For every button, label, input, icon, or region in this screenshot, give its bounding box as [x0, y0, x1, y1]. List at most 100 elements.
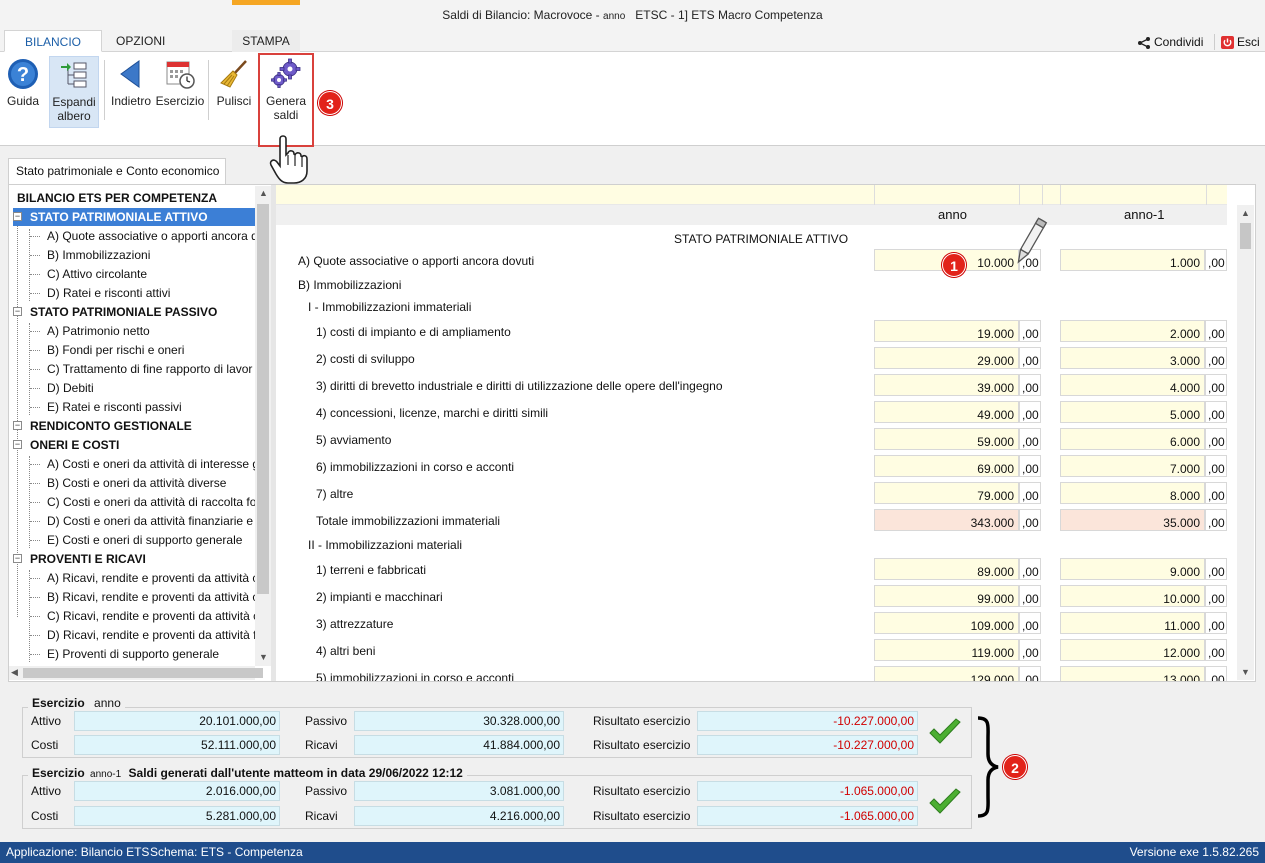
scroll-thumb[interactable] [1240, 223, 1251, 249]
decimal-cell[interactable]: ,00 [1205, 428, 1227, 450]
value-anno-cell[interactable]: 29.000 [874, 347, 1019, 369]
tree-item[interactable]: C) Trattamento di fine rapporto di lavor [29, 360, 252, 378]
tree-item[interactable]: ONERI E COSTI [13, 436, 119, 454]
tree-item[interactable]: C) Attivo circolante [29, 265, 147, 283]
tree-item[interactable]: D) Costi e oneri da attività finanziarie… [29, 512, 263, 530]
value-anno-1-cell[interactable]: 35.000 [1060, 509, 1205, 531]
tree-item[interactable]: A) Costi e oneri da attività di interess… [29, 455, 259, 473]
decimal-cell[interactable]: ,00 [1205, 558, 1227, 580]
scroll-down-icon[interactable]: ▼ [1241, 667, 1250, 677]
decimal-cell[interactable]: ,00 [1019, 639, 1041, 661]
decimal-cell[interactable]: ,00 [1205, 320, 1227, 342]
value-anno-1-cell[interactable]: 6.000 [1060, 428, 1205, 450]
tree-item[interactable]: E) Ratei e risconti passivi [29, 398, 182, 416]
grid-vertical-scrollbar[interactable]: ▲ ▼ [1237, 205, 1254, 680]
collapse-icon[interactable]: − [13, 212, 22, 221]
tree-item[interactable]: B) Ricavi, rendite e proventi da attivit… [29, 588, 258, 606]
value-anno-cell[interactable]: 19.000 [874, 320, 1019, 342]
value-anno-1-cell[interactable]: 9.000 [1060, 558, 1205, 580]
decimal-cell[interactable]: ,00 [1205, 639, 1227, 661]
collapse-icon[interactable]: − [13, 307, 22, 316]
value-anno-1-cell[interactable]: 7.000 [1060, 455, 1205, 477]
scroll-up-icon[interactable]: ▲ [1241, 208, 1250, 218]
collapse-icon[interactable]: − [13, 421, 22, 430]
value-anno-cell[interactable]: 39.000 [874, 374, 1019, 396]
value-anno-cell[interactable]: 109.000 [874, 612, 1019, 634]
decimal-cell[interactable]: ,00 [1205, 455, 1227, 477]
value-anno-cell[interactable]: 343.000 [874, 509, 1019, 531]
indietro-button[interactable]: Indietro [108, 58, 154, 108]
decimal-cell[interactable]: ,00 [1019, 585, 1041, 607]
decimal-cell[interactable]: ,00 [1019, 320, 1041, 342]
decimal-cell[interactable]: ,00 [1205, 347, 1227, 369]
decimal-cell[interactable]: ,00 [1019, 482, 1041, 504]
tree-item[interactable]: STATO PATRIMONIALE PASSIVO [13, 303, 217, 321]
decimal-cell[interactable]: ,00 [1205, 401, 1227, 423]
value-anno-1-cell[interactable]: 11.000 [1060, 612, 1205, 634]
value-anno-1-cell[interactable]: 2.000 [1060, 320, 1205, 342]
tree-item[interactable]: E) Costi e oneri di supporto generale [29, 531, 242, 549]
scroll-left-icon[interactable]: ◀ [11, 667, 18, 678]
value-anno-1-cell[interactable]: 10.000 [1060, 585, 1205, 607]
tree-item[interactable]: B) Fondi per rischi e oneri [29, 341, 184, 359]
espandi-albero-button[interactable]: Espandi albero [49, 56, 99, 128]
decimal-cell[interactable]: ,00 [1205, 509, 1227, 531]
exit-button[interactable]: Esci [1221, 33, 1260, 51]
scroll-up-icon[interactable]: ▲ [259, 188, 268, 198]
tree-item[interactable]: B) Immobilizzazioni [29, 246, 150, 264]
value-anno-cell[interactable]: 59.000 [874, 428, 1019, 450]
value-anno-1-cell[interactable]: 4.000 [1060, 374, 1205, 396]
decimal-cell[interactable]: ,00 [1019, 428, 1041, 450]
decimal-cell[interactable]: ,00 [1205, 482, 1227, 504]
collapse-icon[interactable]: − [13, 440, 22, 449]
tab-bilancio-ets[interactable]: BILANCIO ETS [4, 30, 102, 71]
scroll-thumb[interactable] [257, 204, 269, 594]
value-anno-1-cell[interactable]: 13.000 [1060, 666, 1205, 681]
decimal-cell[interactable]: ,00 [1205, 249, 1227, 271]
share-button[interactable]: Condividi [1137, 33, 1203, 51]
value-anno-cell[interactable]: 69.000 [874, 455, 1019, 477]
decimal-cell[interactable]: ,00 [1019, 374, 1041, 396]
tree-item[interactable]: PROVENTI E RICAVI [13, 550, 146, 568]
scroll-down-icon[interactable]: ▼ [259, 652, 268, 662]
value-anno-cell[interactable]: 99.000 [874, 585, 1019, 607]
tree-item[interactable]: A) Quote associative o apporti ancora d [29, 227, 258, 245]
decimal-cell[interactable]: ,00 [1205, 612, 1227, 634]
tree-item[interactable]: STATO PATRIMONIALE ATTIVO [13, 208, 259, 226]
tab-stampa[interactable]: STAMPA [232, 30, 300, 52]
guida-button[interactable]: ? Guida [4, 58, 42, 108]
tree-vertical-scrollbar[interactable]: ▲ ▼ [255, 186, 271, 666]
tree-item[interactable]: RENDICONTO GESTIONALE [13, 417, 192, 435]
tree-item[interactable]: A) Ricavi, rendite e proventi da attivit… [29, 569, 258, 587]
value-anno-cell[interactable]: 89.000 [874, 558, 1019, 580]
pulisci-button[interactable]: Pulisci [214, 58, 254, 108]
tab-opzioni[interactable]: OPZIONI [108, 30, 173, 52]
decimal-cell[interactable]: ,00 [1019, 455, 1041, 477]
decimal-cell[interactable]: ,00 [1019, 558, 1041, 580]
tree-horizontal-scrollbar[interactable]: ◀ [9, 666, 263, 680]
value-anno-1-cell[interactable]: 5.000 [1060, 401, 1205, 423]
decimal-cell[interactable]: ,00 [1205, 666, 1227, 681]
scroll-thumb[interactable] [23, 668, 263, 678]
value-anno-1-cell[interactable]: 12.000 [1060, 639, 1205, 661]
tree-item[interactable]: D) Ratei e risconti attivi [29, 284, 170, 302]
value-anno-cell[interactable]: 79.000 [874, 482, 1019, 504]
value-anno-cell[interactable]: 129.000 [874, 666, 1019, 681]
decimal-cell[interactable]: ,00 [1019, 666, 1041, 681]
tree-item[interactable]: D) Ricavi, rendite e proventi da attivit… [29, 626, 256, 644]
decimal-cell[interactable]: ,00 [1019, 347, 1041, 369]
tree-item[interactable]: B) Costi e oneri da attività diverse [29, 474, 226, 492]
value-anno-1-cell[interactable]: 3.000 [1060, 347, 1205, 369]
decimal-cell[interactable]: ,00 [1205, 374, 1227, 396]
decimal-cell[interactable]: ,00 [1019, 509, 1041, 531]
value-anno-1-cell[interactable]: 1.000 [1060, 249, 1205, 271]
collapse-icon[interactable]: − [13, 554, 22, 563]
tree-item[interactable]: C) Ricavi, rendite e proventi da attivit… [29, 607, 259, 625]
value-anno-1-cell[interactable]: 8.000 [1060, 482, 1205, 504]
tree-item[interactable]: C) Costi e oneri da attività di raccolta… [29, 493, 256, 511]
decimal-cell[interactable]: ,00 [1019, 612, 1041, 634]
esercizio-button[interactable]: Esercizio [155, 58, 205, 108]
tree-item[interactable]: E) Proventi di supporto generale [29, 645, 219, 663]
tab-stato-patrimoniale[interactable]: Stato patrimoniale e Conto economico [8, 158, 226, 184]
value-anno-cell[interactable]: 119.000 [874, 639, 1019, 661]
